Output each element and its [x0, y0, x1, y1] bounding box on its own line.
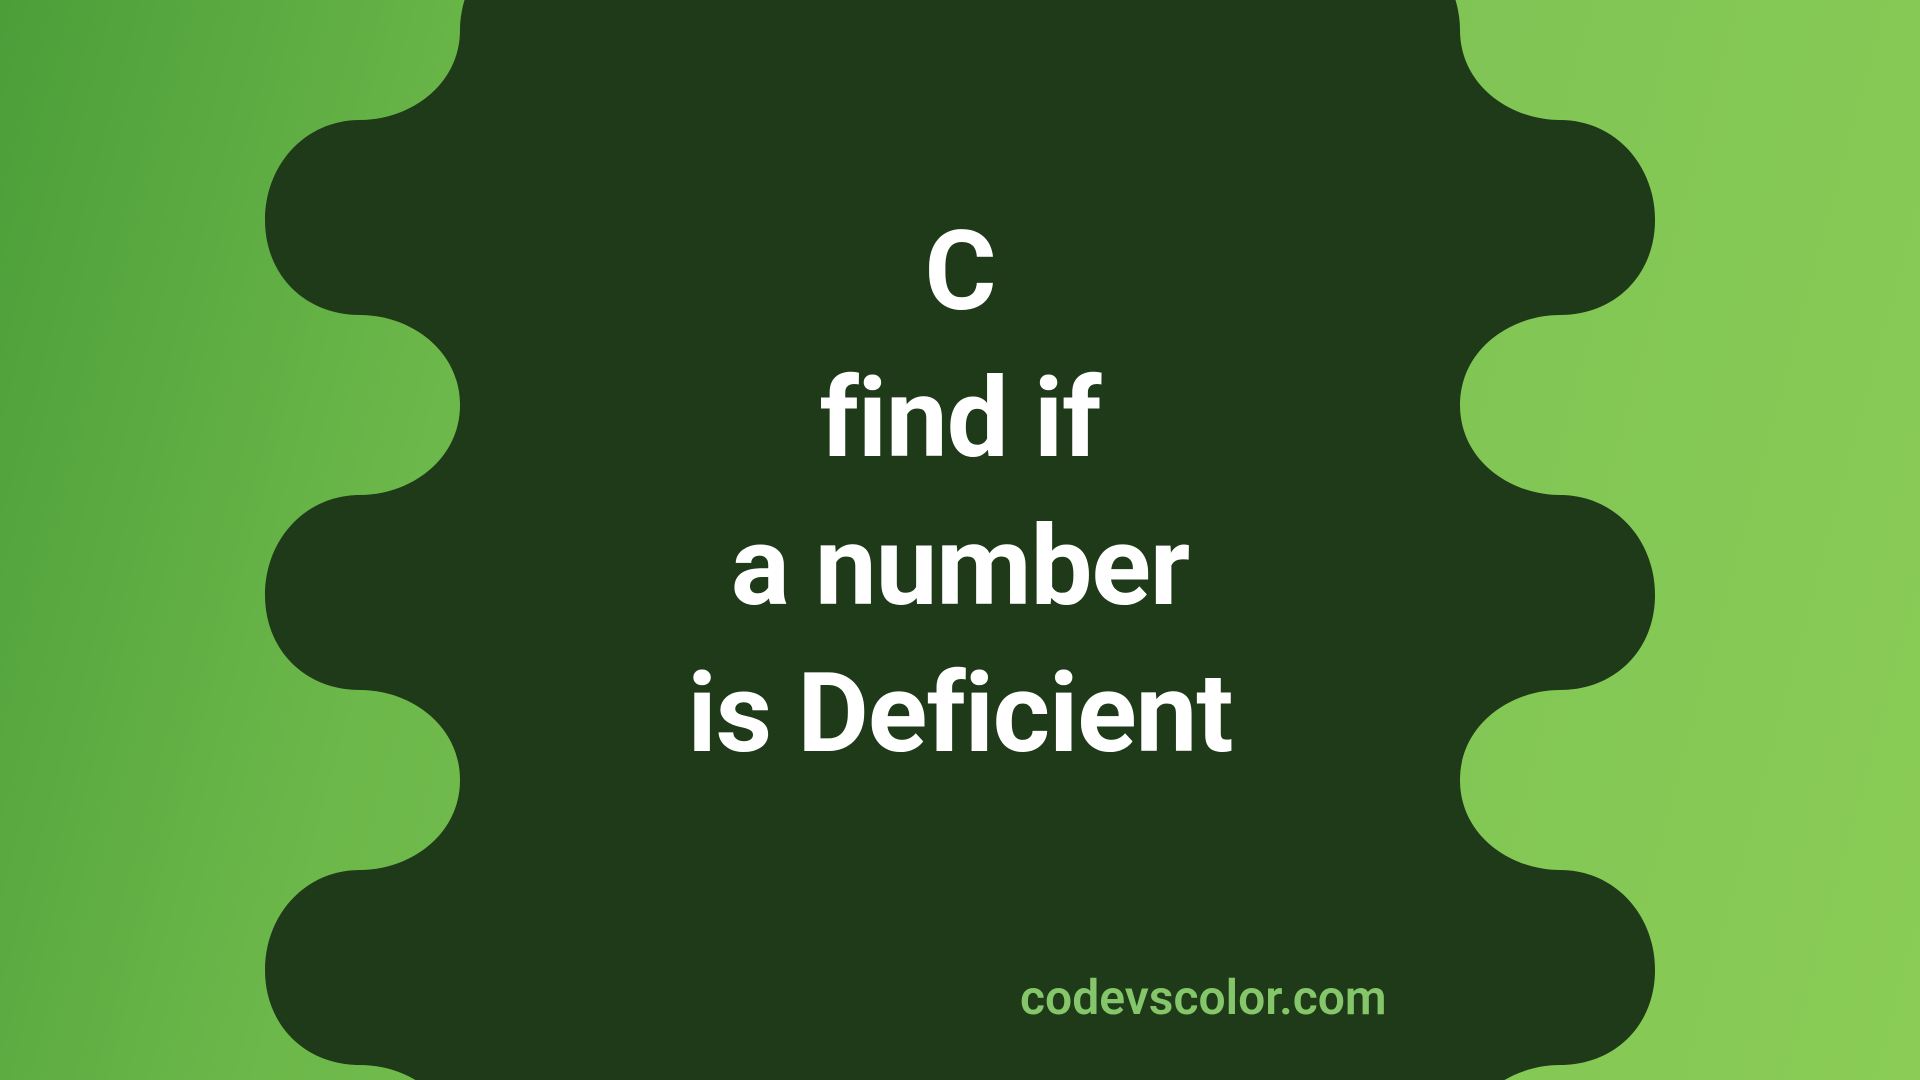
banner-canvas: C find if a number is Deficient codevsco…: [0, 0, 1920, 1080]
watermark-text: codevscolor.com: [1020, 969, 1387, 1026]
title-line-4: is Deficient: [687, 640, 1232, 787]
title-line-1: C: [687, 198, 1232, 345]
title-line-2: find if: [687, 345, 1232, 492]
banner-title: C find if a number is Deficient: [687, 198, 1232, 788]
title-line-3: a number: [687, 493, 1232, 640]
